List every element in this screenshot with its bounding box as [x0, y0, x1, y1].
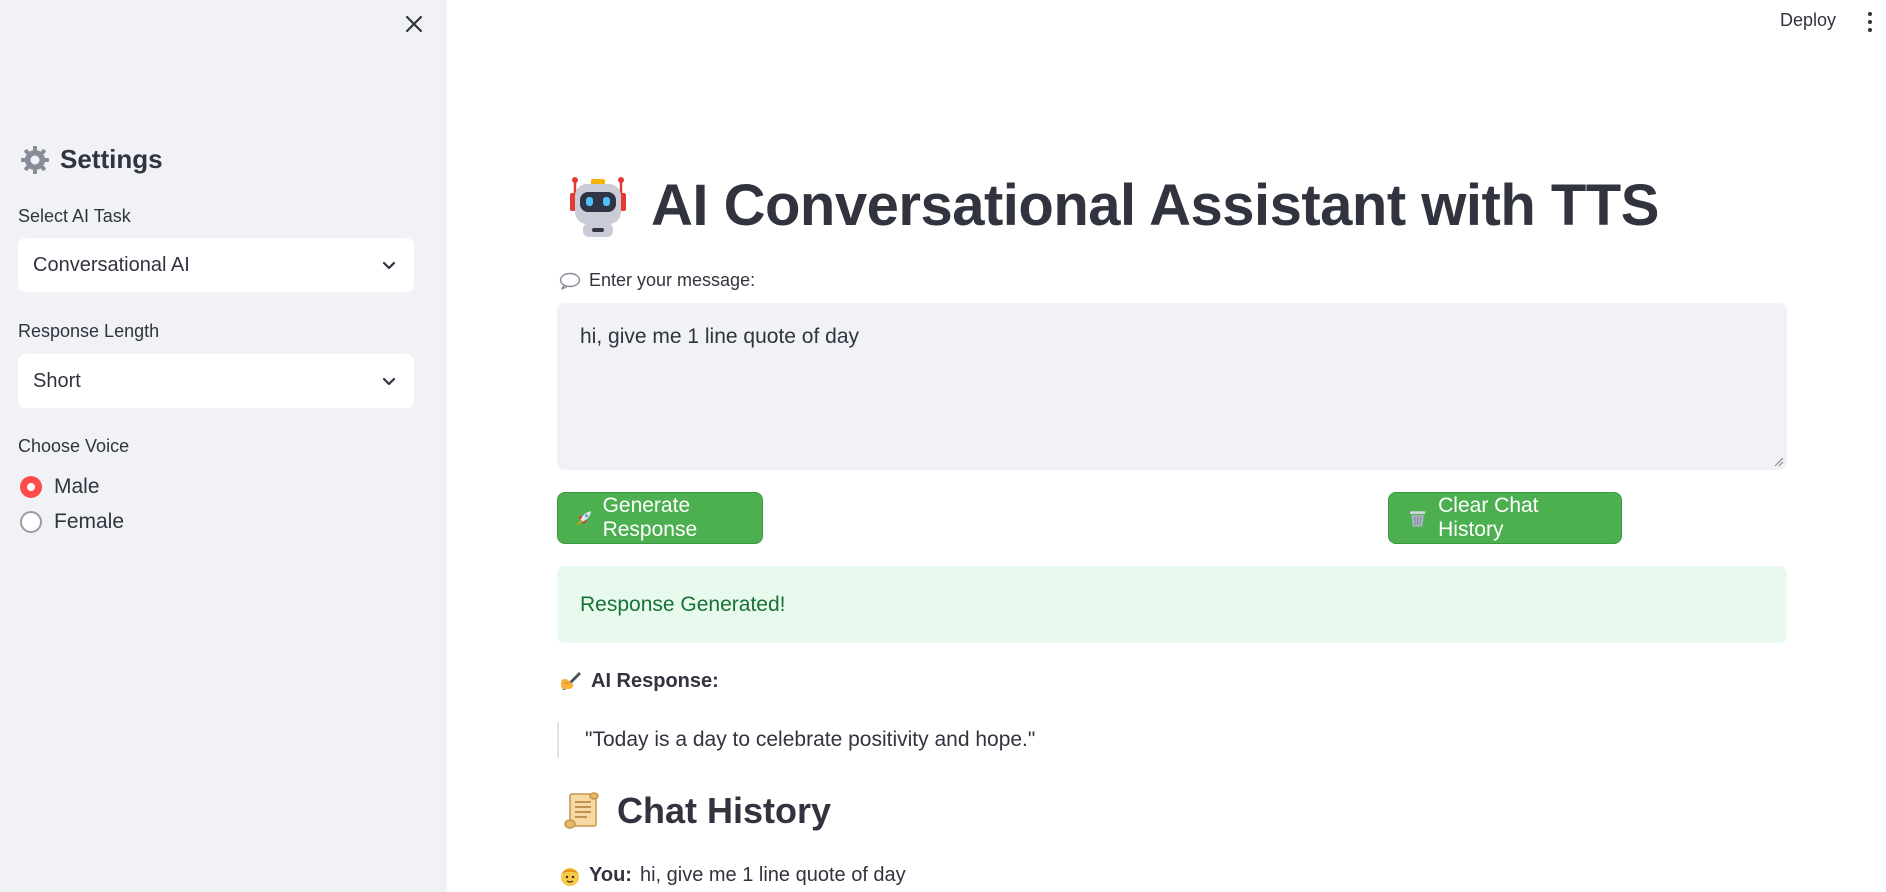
length-select-value: Short	[33, 369, 81, 392]
speech-bubble-icon	[559, 272, 581, 290]
length-select-label: Response Length	[18, 321, 160, 341]
sidebar: Settings Select AI Task Conversational A…	[0, 0, 447, 892]
chat-history-text: hi, give me 1 line quote of day	[639, 864, 906, 886]
chat-history-title: Chat History	[561, 790, 831, 832]
sidebar-title: Settings	[20, 144, 163, 175]
message-textarea-value: hi, give me 1 line quote of day	[580, 325, 860, 348]
writing-hand-icon	[561, 672, 581, 690]
chat-history-item: You: hi, give me 1 line quote of day	[559, 864, 906, 887]
close-sidebar-button[interactable]	[400, 10, 428, 38]
chevron-down-icon	[382, 377, 396, 386]
trash-icon	[1409, 511, 1426, 527]
task-select[interactable]: Conversational AI	[18, 238, 414, 292]
task-select-value: Conversational AI	[33, 253, 190, 276]
chat-history-title-text: Chat History	[617, 790, 832, 831]
voice-option-male[interactable]: Male	[20, 475, 100, 499]
settings-label: Settings	[60, 144, 163, 174]
task-select-label: Select AI Task	[18, 206, 131, 226]
deploy-button[interactable]: Deploy	[1780, 10, 1836, 31]
chevron-down-icon	[382, 261, 396, 270]
voice-option-label: Female	[54, 510, 125, 533]
success-alert: Response Generated!	[557, 566, 1787, 643]
scroll-icon	[564, 792, 599, 829]
resize-handle-icon[interactable]	[1774, 457, 1784, 467]
ai-response-label: AI Response:	[559, 669, 719, 693]
rocket-icon	[576, 511, 592, 526]
ai-response-label-text: AI Response:	[591, 669, 719, 692]
message-textarea[interactable]: hi, give me 1 line quote of day	[557, 303, 1787, 470]
page-title: AI Conversational Assistant with TTS	[565, 172, 1659, 239]
chat-history-speaker: You:	[589, 864, 632, 886]
voice-option-female[interactable]: Female	[20, 510, 124, 534]
generate-response-button[interactable]: Generate Response	[557, 492, 763, 544]
length-select[interactable]: Short	[18, 354, 414, 408]
radio-unselected-icon[interactable]	[20, 511, 42, 533]
page-title-text: AI Conversational Assistant with TTS	[651, 173, 1659, 238]
clear-history-label: Clear Chat History	[1438, 494, 1539, 541]
voice-radio-label: Choose Voice	[18, 436, 130, 456]
success-alert-text: Response Generated!	[580, 592, 786, 616]
gear-icon	[21, 145, 49, 174]
generate-response-label: Generate Response	[602, 494, 698, 541]
clear-history-button[interactable]: Clear Chat History	[1388, 492, 1622, 544]
robot-icon	[570, 176, 626, 237]
voice-option-label: Male	[54, 475, 100, 498]
radio-selected-icon[interactable]	[20, 476, 42, 498]
person-icon	[561, 867, 579, 886]
message-label: Enter your message:	[559, 270, 755, 291]
close-icon	[405, 15, 423, 33]
ai-response-text: "Today is a day to celebrate positivity …	[557, 722, 1035, 758]
kebab-menu-icon[interactable]	[1866, 12, 1874, 32]
message-label-text: Enter your message:	[589, 270, 756, 290]
